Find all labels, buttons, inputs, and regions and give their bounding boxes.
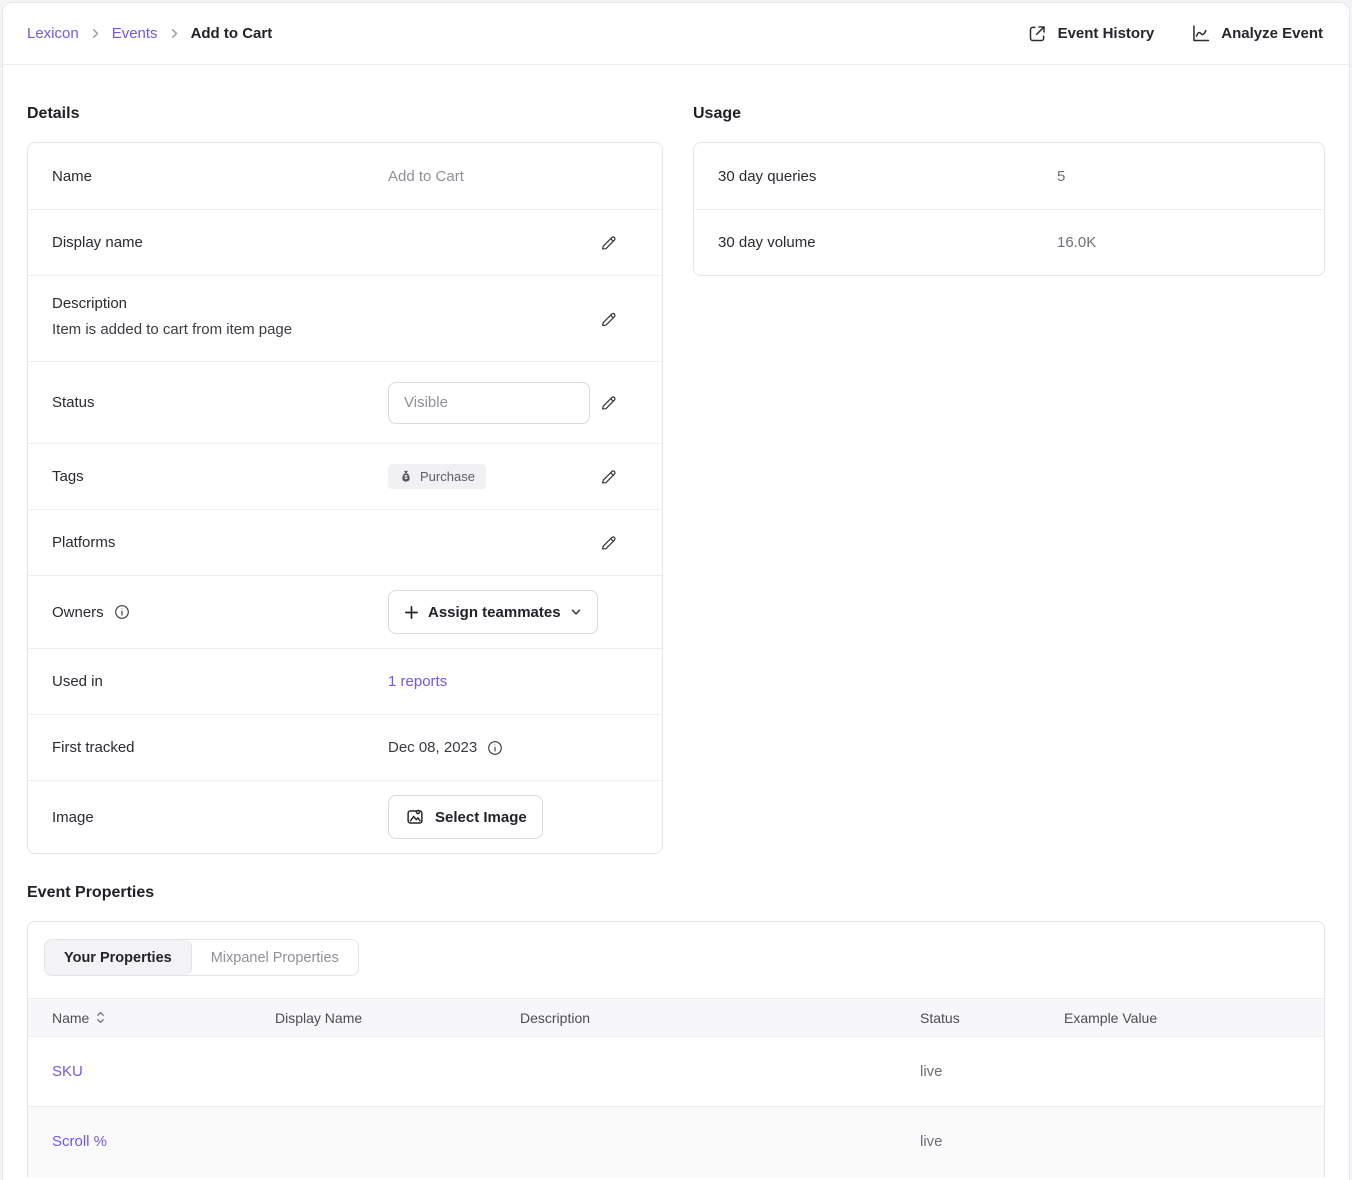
volume-label: 30 day volume bbox=[718, 234, 1057, 251]
pencil-icon bbox=[599, 393, 618, 412]
description-text: Item is added to cart from item page bbox=[52, 321, 638, 338]
line-chart-icon bbox=[1190, 23, 1211, 44]
pencil-icon bbox=[599, 310, 618, 329]
event-properties-card: Your Properties Mixpanel Properties Name bbox=[27, 921, 1325, 1177]
used-in-label: Used in bbox=[52, 673, 388, 690]
volume-value: 16.0K bbox=[1057, 234, 1300, 251]
property-status: live bbox=[920, 1037, 1064, 1107]
detail-row-first-tracked: First tracked Dec 08, 2023 bbox=[28, 714, 662, 780]
property-link[interactable]: SKU bbox=[52, 1063, 83, 1080]
external-link-icon bbox=[1027, 23, 1048, 44]
tags-label: Tags bbox=[52, 468, 388, 485]
details-title: Details bbox=[27, 105, 663, 123]
image-label: Image bbox=[52, 809, 388, 826]
sort-icon bbox=[96, 1011, 105, 1024]
property-row-scroll: Scroll % live bbox=[28, 1107, 1324, 1177]
property-description bbox=[520, 1037, 920, 1107]
usage-row-volume: 30 day volume 16.0K bbox=[694, 209, 1324, 275]
plus-icon bbox=[404, 605, 419, 620]
pencil-icon bbox=[599, 467, 618, 486]
chevron-down-icon bbox=[570, 606, 582, 618]
property-row-sku: SKU live bbox=[28, 1037, 1324, 1107]
edit-tags-button[interactable] bbox=[595, 463, 622, 490]
platforms-label: Platforms bbox=[52, 534, 388, 551]
detail-row-display-name: Display name bbox=[28, 209, 662, 275]
chevron-right-icon bbox=[90, 28, 101, 39]
name-label: Name bbox=[52, 168, 388, 185]
status-input[interactable]: Visible bbox=[388, 382, 590, 424]
display-name-label: Display name bbox=[52, 234, 388, 251]
properties-table: Name Display Name Description bbox=[28, 998, 1324, 1177]
properties-tabs: Your Properties Mixpanel Properties bbox=[28, 922, 1324, 998]
breadcrumb-lexicon[interactable]: Lexicon bbox=[27, 25, 79, 42]
owners-label: Owners bbox=[52, 604, 104, 621]
money-bag-icon: $ bbox=[399, 469, 413, 484]
column-header-name: Name bbox=[52, 1010, 89, 1026]
column-header-name-sort[interactable]: Name bbox=[52, 1010, 265, 1026]
property-example-value bbox=[1064, 1037, 1324, 1107]
column-header-display-name: Display Name bbox=[275, 999, 520, 1037]
assign-teammates-button[interactable]: Assign teammates bbox=[388, 590, 598, 634]
column-header-example-value: Example Value bbox=[1064, 999, 1324, 1037]
analyze-event-label: Analyze Event bbox=[1221, 25, 1323, 42]
detail-row-status: Status Visible bbox=[28, 361, 662, 443]
info-icon[interactable] bbox=[113, 603, 131, 621]
used-in-reports-link[interactable]: 1 reports bbox=[388, 673, 447, 690]
detail-row-description: Description Item is added to cart from i… bbox=[28, 275, 662, 361]
property-status: live bbox=[920, 1107, 1064, 1177]
detail-row-owners: Owners bbox=[28, 575, 662, 648]
detail-row-tags: Tags $ Purchase bbox=[28, 443, 662, 509]
edit-display-name-button[interactable] bbox=[595, 229, 622, 256]
details-card: Name Add to Cart Display name bbox=[27, 142, 663, 854]
name-value: Add to Cart bbox=[388, 168, 638, 185]
breadcrumb-current: Add to Cart bbox=[191, 25, 273, 42]
queries-value: 5 bbox=[1057, 168, 1300, 185]
page-panel: Lexicon Events Add to Cart Event History bbox=[2, 2, 1350, 1180]
tab-mixpanel-properties[interactable]: Mixpanel Properties bbox=[192, 940, 358, 975]
property-example-value bbox=[1064, 1107, 1324, 1177]
edit-description-button[interactable] bbox=[595, 306, 622, 333]
pencil-icon bbox=[599, 533, 618, 552]
table-header-row: Name Display Name Description bbox=[28, 999, 1324, 1037]
pencil-icon bbox=[599, 233, 618, 252]
tag-label: Purchase bbox=[420, 469, 475, 484]
usage-card: 30 day queries 5 30 day volume 16.0K bbox=[693, 142, 1325, 276]
top-bar: Lexicon Events Add to Cart Event History bbox=[3, 3, 1349, 65]
select-image-button[interactable]: Select Image bbox=[388, 795, 543, 839]
tag-chip-purchase[interactable]: $ Purchase bbox=[388, 464, 486, 489]
select-image-label: Select Image bbox=[435, 809, 527, 826]
queries-label: 30 day queries bbox=[718, 168, 1057, 185]
assign-teammates-label: Assign teammates bbox=[428, 604, 561, 621]
breadcrumb-events[interactable]: Events bbox=[112, 25, 158, 42]
top-actions: Event History Analyze Event bbox=[1027, 23, 1323, 44]
edit-status-button[interactable] bbox=[595, 389, 622, 416]
detail-row-platforms: Platforms bbox=[28, 509, 662, 575]
usage-row-queries: 30 day queries 5 bbox=[694, 143, 1324, 209]
chevron-right-icon bbox=[169, 28, 180, 39]
first-tracked-label: First tracked bbox=[52, 739, 388, 756]
property-display-name bbox=[275, 1107, 520, 1177]
detail-row-used-in: Used in 1 reports bbox=[28, 648, 662, 714]
edit-platforms-button[interactable] bbox=[595, 529, 622, 556]
event-properties-title: Event Properties bbox=[27, 884, 1325, 902]
analyze-event-button[interactable]: Analyze Event bbox=[1190, 23, 1323, 44]
status-label: Status bbox=[52, 394, 388, 411]
event-history-button[interactable]: Event History bbox=[1027, 23, 1155, 44]
first-tracked-value: Dec 08, 2023 bbox=[388, 739, 477, 756]
description-label: Description bbox=[52, 295, 638, 312]
event-history-label: Event History bbox=[1058, 25, 1155, 42]
column-header-status: Status bbox=[920, 999, 1064, 1037]
detail-row-image: Image Select Image bbox=[28, 780, 662, 853]
image-icon bbox=[404, 806, 426, 828]
property-link[interactable]: Scroll % bbox=[52, 1133, 107, 1150]
tab-your-properties[interactable]: Your Properties bbox=[45, 940, 192, 975]
usage-title: Usage bbox=[693, 105, 1325, 123]
breadcrumb: Lexicon Events Add to Cart bbox=[27, 25, 272, 42]
property-description bbox=[520, 1107, 920, 1177]
column-header-description: Description bbox=[520, 999, 920, 1037]
detail-row-name: Name Add to Cart bbox=[28, 143, 662, 209]
info-icon[interactable] bbox=[486, 739, 504, 757]
property-display-name bbox=[275, 1037, 520, 1107]
